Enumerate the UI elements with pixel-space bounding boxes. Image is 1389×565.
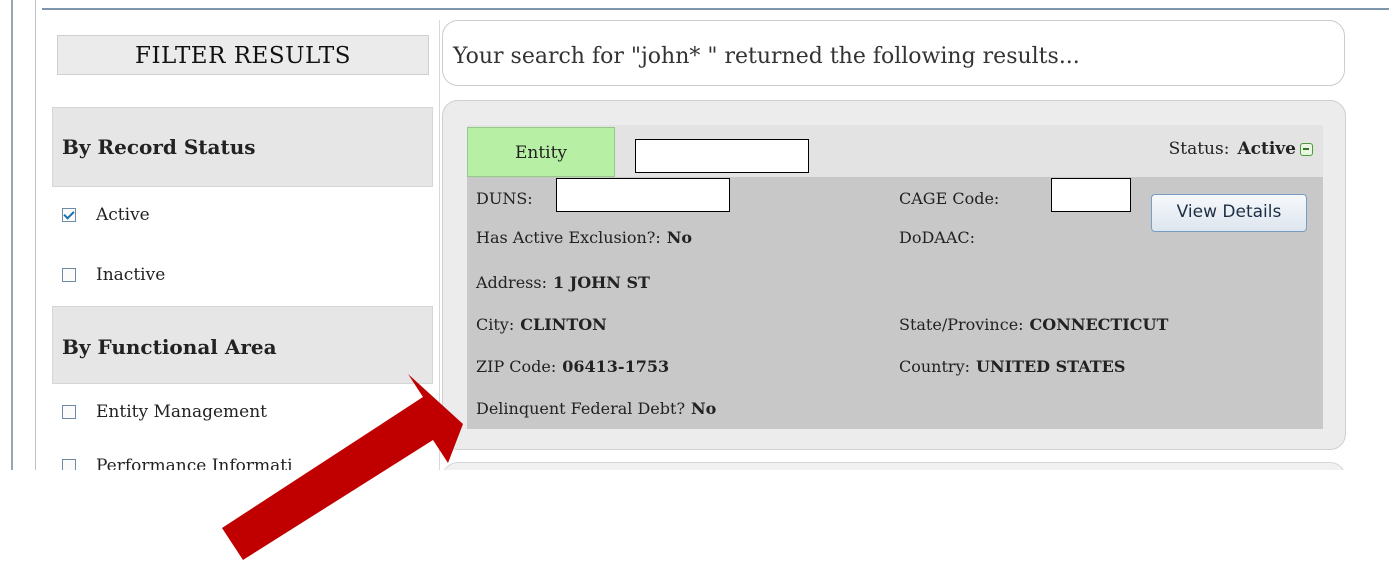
zip-value: 06413-1753 [562, 357, 670, 376]
state-value: CONNECTICUT [1029, 315, 1169, 334]
active-exclusion-field: Has Active Exclusion?: No [476, 228, 692, 247]
page-left-border-inner [35, 0, 36, 470]
filter-results-title: FILTER RESULTS [57, 35, 429, 75]
inactive-checkbox[interactable] [62, 268, 76, 282]
duns-label: DUNS: [476, 189, 533, 208]
status-indicator: Status: Active [1169, 139, 1313, 159]
page-left-border [11, 0, 13, 470]
functional-area-heading: By Functional Area [52, 306, 433, 384]
filter-option-entity-management[interactable]: Entity Management [62, 402, 267, 422]
country-value: UNITED STATES [976, 357, 1126, 376]
performance-information-label: Performance Informati [96, 456, 293, 470]
delinquent-debt-value: No [691, 399, 717, 418]
cage-code-label: CAGE Code: [899, 189, 1000, 208]
active-exclusion-label: Has Active Exclusion?: [476, 228, 661, 247]
city-label: City: [476, 315, 515, 334]
zip-field: ZIP Code: 06413-1753 [476, 357, 669, 376]
result-card: Entity Status: Active DUNS: CAGE Code: V… [442, 100, 1346, 450]
sidebar-divider [439, 20, 440, 470]
entity-management-label: Entity Management [96, 402, 267, 422]
status-value: Active [1237, 139, 1296, 159]
city-value: CLINTON [520, 315, 607, 334]
view-details-button[interactable]: View Details [1151, 194, 1307, 232]
address-label: Address: [476, 273, 547, 292]
performance-information-checkbox[interactable] [62, 459, 76, 470]
state-label: State/Province: [899, 315, 1024, 334]
address-value: 1 JOHN ST [552, 273, 650, 292]
status-label: Status: [1168, 139, 1230, 159]
record-status-heading: By Record Status [52, 107, 433, 187]
active-exclusion-value: No [666, 228, 693, 247]
filter-sidebar: FILTER RESULTS By Record Status Active I… [42, 20, 440, 470]
delinquent-debt-field: Delinquent Federal Debt? No [476, 399, 716, 418]
entity-management-checkbox[interactable] [62, 405, 76, 419]
address-field: Address: 1 JOHN ST [476, 273, 650, 292]
filter-option-performance-information[interactable]: Performance Informati [62, 456, 293, 470]
blank-area [0, 470, 1389, 565]
filter-option-active[interactable]: Active [62, 205, 150, 225]
duns-redaction [556, 178, 730, 212]
cage-code-redaction [1051, 178, 1131, 212]
inactive-label: Inactive [96, 265, 166, 285]
search-results-summary: Your search for "john* " returned the fo… [442, 20, 1345, 86]
entity-type-tag: Entity [467, 127, 615, 177]
zip-label: ZIP Code: [476, 357, 557, 376]
filter-option-inactive[interactable]: Inactive [62, 265, 165, 285]
page-top-divider [42, 8, 1389, 10]
country-field: Country: UNITED STATES [899, 357, 1125, 376]
city-field: City: CLINTON [476, 315, 607, 334]
result-details: DUNS: CAGE Code: View Details Has Active… [467, 177, 1323, 429]
dodaac-label: DoDAAC: [899, 228, 976, 247]
delinquent-debt-label: Delinquent Federal Debt? [476, 399, 686, 418]
collapse-icon[interactable] [1300, 142, 1313, 156]
country-label: Country: [899, 357, 970, 376]
active-checkbox[interactable] [62, 208, 76, 222]
state-field: State/Province: CONNECTICUT [899, 315, 1168, 334]
entity-name-redaction [635, 139, 809, 173]
active-label: Active [96, 205, 150, 225]
result-card-inner: Entity Status: Active DUNS: CAGE Code: V… [467, 125, 1323, 429]
